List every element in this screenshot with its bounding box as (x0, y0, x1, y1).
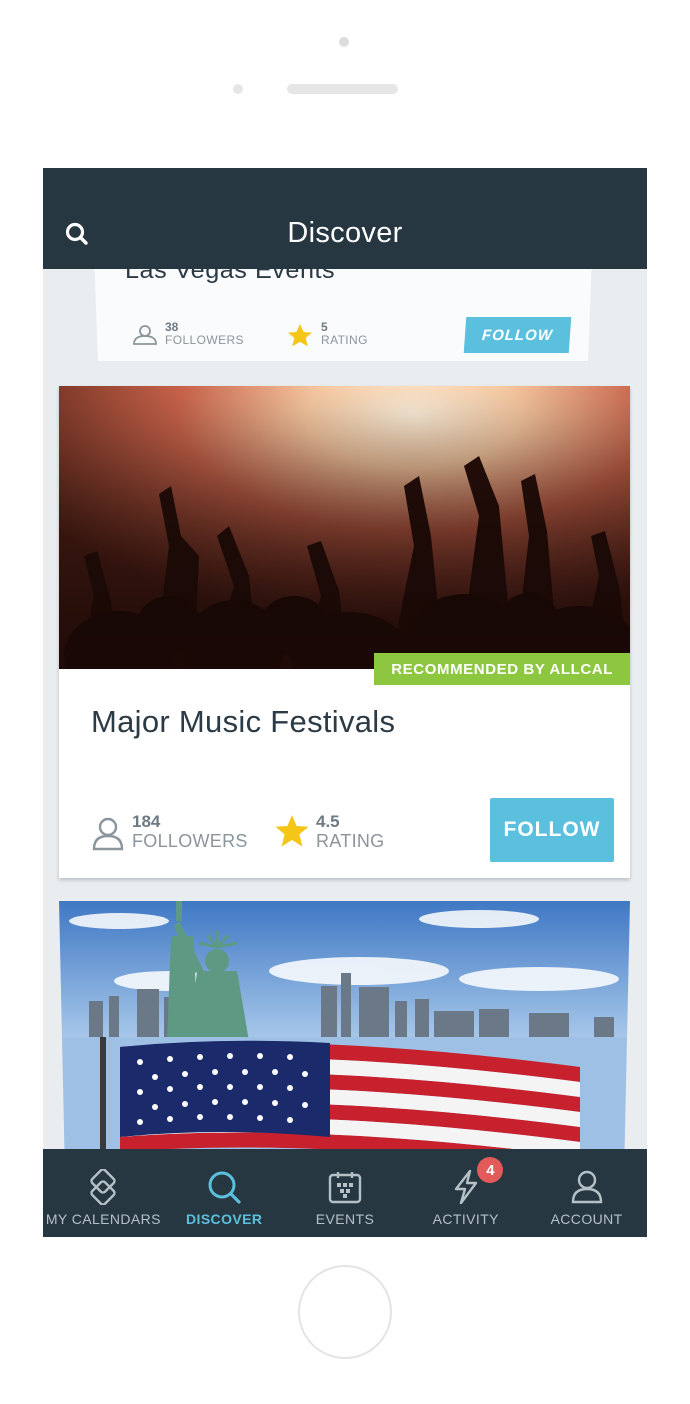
tab-discover[interactable]: DISCOVER (164, 1149, 285, 1237)
card-title: Las Vegas Events (125, 269, 336, 284)
search-icon (208, 1171, 241, 1204)
bottom-tab-bar: MY CALENDARS DISCOVER EVENTS 4 ACTIVITY … (43, 1149, 647, 1237)
tab-events[interactable]: EVENTS (285, 1149, 406, 1237)
notification-badge: 4 (477, 1157, 504, 1183)
tab-label: EVENTS (315, 1211, 375, 1227)
concert-crowd-image (59, 386, 630, 669)
front-camera (339, 37, 349, 47)
calendar-card[interactable]: RECOMMENDED BY ALLCAL Major Music Festiv… (59, 386, 630, 878)
rating-label: RATING (316, 831, 385, 851)
follow-button[interactable]: FOLLOW (463, 317, 572, 353)
followers-count: 38 (165, 320, 179, 334)
star-icon (275, 815, 309, 847)
user-icon (133, 325, 157, 345)
followers-label: FOLLOWERS (165, 333, 244, 347)
followers-stat: 38 FOLLOWERS (131, 321, 244, 347)
user-icon (571, 1170, 602, 1204)
rating-value: 4.5 (316, 812, 340, 831)
american-flag-image (60, 1037, 629, 1149)
followers-stat: 184 FOLLOWERS (91, 813, 248, 853)
tab-activity[interactable]: 4 ACTIVITY (405, 1149, 526, 1237)
page-title: Discover (287, 217, 403, 249)
proximity-sensor (233, 84, 243, 94)
tab-my-calendars[interactable]: MY CALENDARS (43, 1149, 164, 1237)
followers-label: FOLLOWERS (132, 831, 248, 851)
calendars-icon (90, 1169, 117, 1205)
user-icon (92, 817, 124, 851)
tab-label: ACTIVITY (432, 1211, 499, 1227)
top-bar: Discover (43, 168, 647, 269)
home-button[interactable] (298, 1265, 392, 1359)
recommended-badge: RECOMMENDED BY ALLCAL (374, 653, 630, 685)
calendar-card[interactable] (59, 901, 630, 1149)
card-title: Major Music Festivals (91, 704, 396, 739)
rating-value: 5 (321, 320, 328, 334)
earpiece-speaker (287, 84, 398, 94)
tab-account[interactable]: ACCOUNT (526, 1149, 647, 1237)
calendar-card[interactable]: Las Vegas Events 38 FOLLOWERS 5 RATING F… (93, 269, 593, 361)
followers-count: 184 (132, 812, 161, 831)
follow-button[interactable]: FOLLOW (490, 798, 614, 862)
calendar-icon (328, 1172, 362, 1204)
app-screen: Discover Las Vegas Events 38 FOLLOWERS 5… (43, 168, 647, 1237)
rating-label: RATING (321, 333, 368, 347)
star-icon (288, 324, 312, 347)
tab-label: MY CALENDARS (45, 1211, 161, 1227)
tab-label: ACCOUNT (550, 1211, 623, 1227)
discover-feed[interactable]: Las Vegas Events 38 FOLLOWERS 5 RATING F… (43, 269, 647, 1149)
rating-stat: 5 RATING (285, 321, 368, 348)
rating-stat: 4.5 RATING (273, 813, 384, 852)
tab-label: DISCOVER (186, 1211, 263, 1227)
